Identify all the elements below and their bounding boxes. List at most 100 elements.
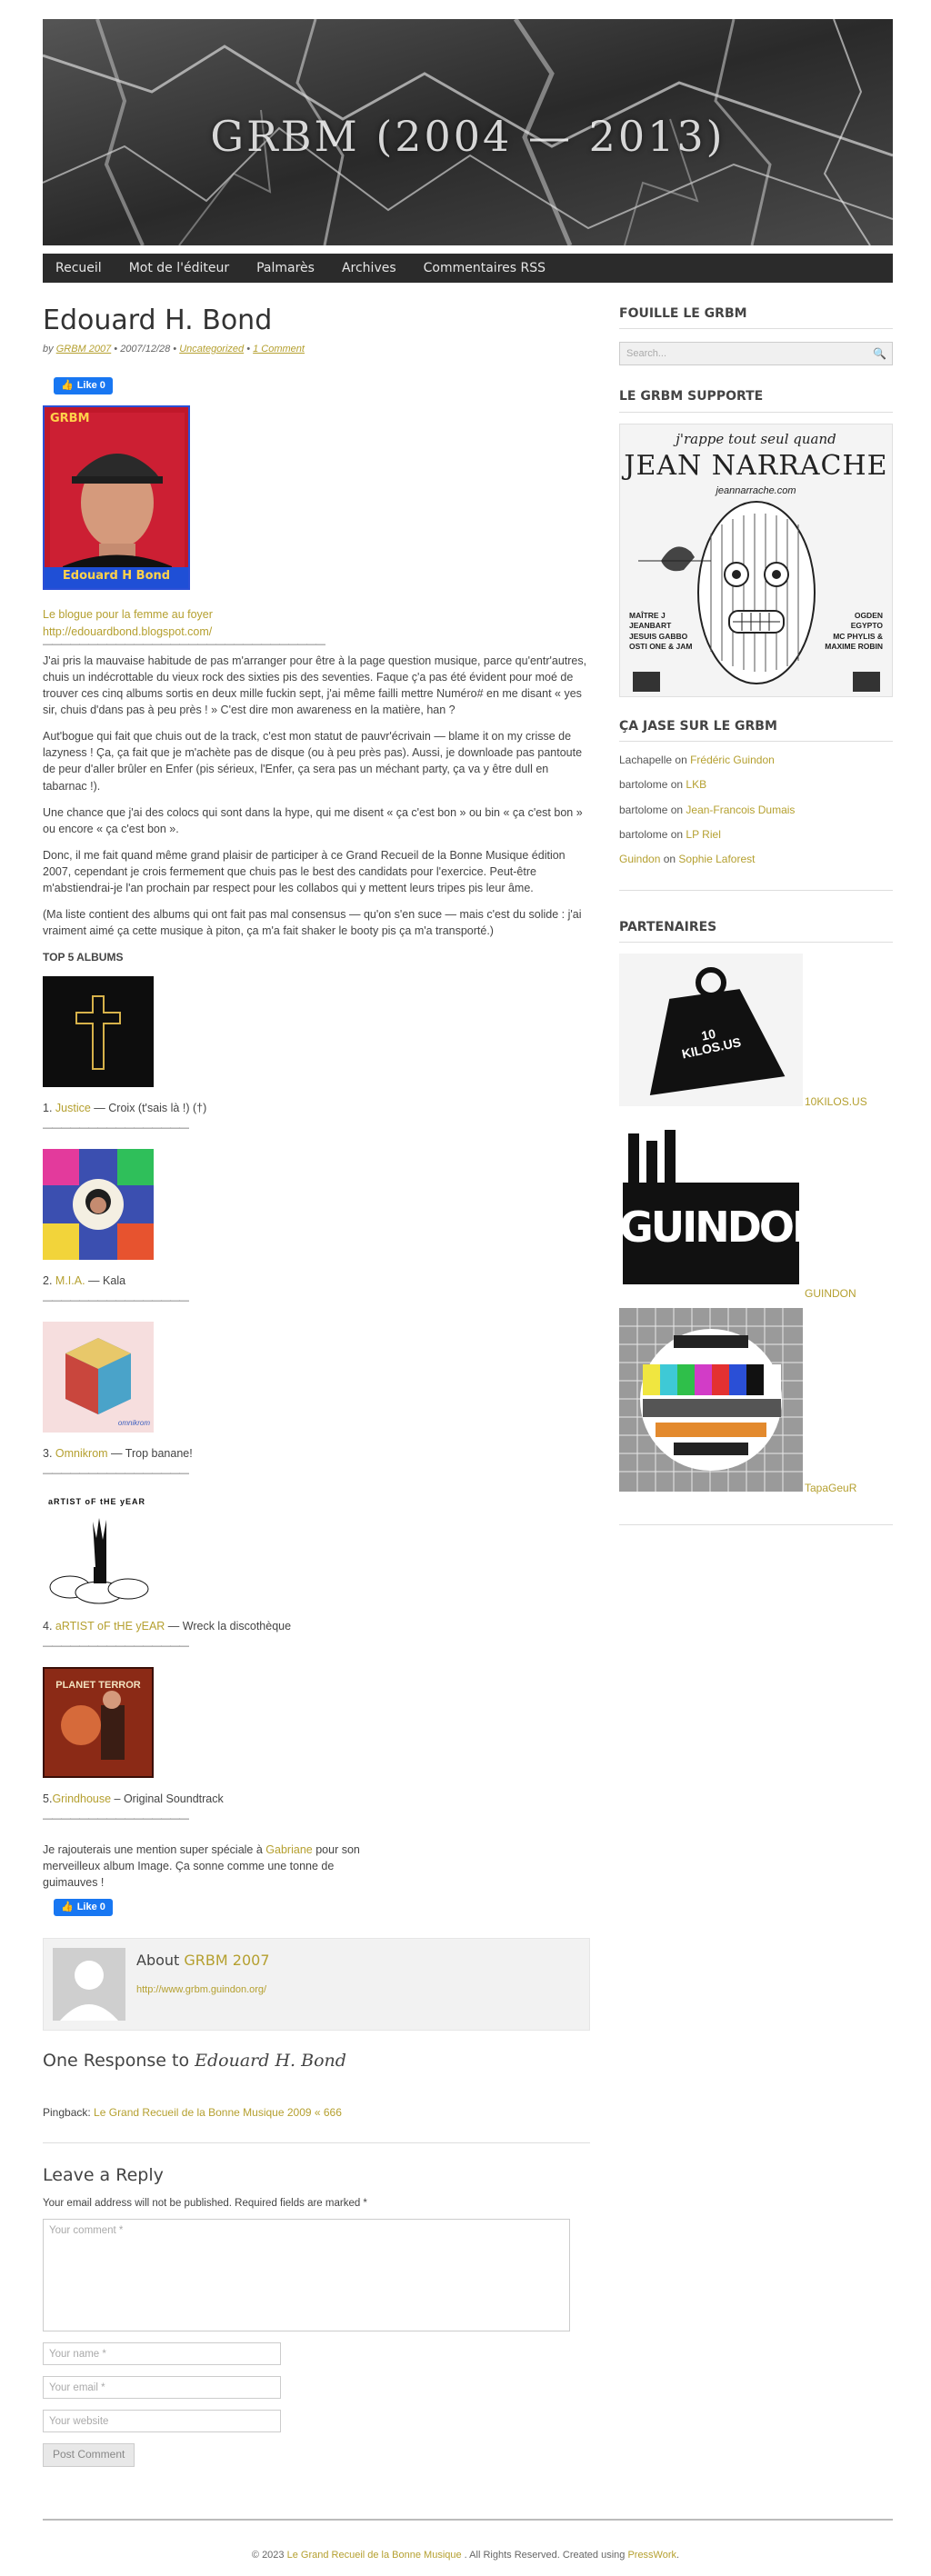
album-num: 1.: [43, 1101, 53, 1114]
nav-item-rss[interactable]: Commentaires RSS: [424, 259, 546, 277]
comments-widget-title: ÇA JASE SUR LE GRBM: [619, 717, 893, 742]
pingback: Pingback: Le Grand Recueil de la Bonne M…: [43, 2105, 590, 2121]
footer-theme-link[interactable]: PressWork: [627, 2550, 676, 2561]
album-cover-mia[interactable]: [43, 1148, 154, 1260]
blog-name-link[interactable]: Le blogue pour la femme au foyer: [43, 606, 590, 623]
nav-item-palmares[interactable]: Palmarès: [256, 259, 315, 277]
fb-like-label: Like 0: [76, 379, 105, 391]
comment-post-link[interactable]: Sophie Laforest: [678, 853, 755, 865]
partner-link[interactable]: TapaGeuR: [805, 1481, 856, 1496]
comment-author: bartolome: [619, 828, 668, 842]
ad-artist: OGDEN: [854, 610, 883, 620]
album-cover-text: PLANET TERROR: [55, 1680, 141, 1692]
partner-logo-text: GUINDON: [619, 1203, 803, 1253]
fb-like-button[interactable]: 👍 Like 0: [54, 377, 113, 395]
main-content: Edouard H. Bond by GRBM 2007 • 2007/12/2…: [43, 305, 590, 2467]
jean-narrache-ad[interactable]: j'rappe tout seul quand JEAN NARRACHE je…: [619, 423, 893, 697]
partners-widget-title: PARTENAIRES: [619, 918, 893, 944]
comment-post-link[interactable]: LKB: [686, 778, 706, 791]
comment-post-link[interactable]: LP Riel: [686, 828, 720, 841]
author-about-label: About: [136, 1952, 180, 1970]
album-entry: omnikrom 3. Omnikrom — Trop banane! ————…: [43, 1322, 590, 1482]
top5-heading: TOP 5 ALBUMS: [43, 950, 124, 964]
comment-on: on: [660, 853, 679, 866]
closing-paragraph: Je rajouterais une mention super spécial…: [43, 1842, 388, 1891]
pingback-label: Pingback:: [43, 2105, 95, 2119]
album-artist-link[interactable]: Grindhouse: [52, 1792, 111, 1805]
album-title: — Croix (t'sais là !) (†): [90, 1101, 207, 1114]
pingback-link[interactable]: Le Grand Recueil de la Bonne Musique 200…: [94, 2106, 342, 2119]
meta-category-link[interactable]: Uncategorized: [179, 344, 244, 354]
site-header-banner[interactable]: GRBM (2004 — 2013): [43, 19, 893, 245]
partner-logo-10kilos[interactable]: 10 KILOS.US: [619, 954, 803, 1107]
footer-text: .: [676, 2550, 680, 2561]
website-field[interactable]: Your website: [43, 2410, 281, 2433]
ad-artist: MC PHYLIS &: [833, 631, 883, 641]
search-placeholder: Search...: [626, 348, 667, 360]
short-separator: ————————————————: [43, 1641, 189, 1652]
partner-logo-guindon[interactable]: GUINDON: [619, 1128, 803, 1291]
meta-comments-link[interactable]: 1 Comment: [253, 344, 305, 354]
comment-textarea[interactable]: Your comment *: [43, 2219, 570, 2332]
blog-url-link[interactable]: http://edouardbond.blogspot.com/: [43, 624, 590, 640]
album-artist-link[interactable]: M.I.A.: [55, 1274, 85, 1287]
album-entry: 2. M.I.A. — Kala ————————————————: [43, 1148, 590, 1309]
paragraph: Aut'bogue qui fait que chuis out de la t…: [43, 730, 583, 793]
email-field[interactable]: Your email *: [43, 2376, 281, 2400]
album-num: 2.: [43, 1273, 53, 1287]
gabriane-link[interactable]: Gabriane: [265, 1843, 312, 1856]
meta-author-link[interactable]: GRBM 2007: [56, 344, 112, 354]
comment-post-link[interactable]: Jean-Francois Dumais: [686, 804, 795, 816]
author-name-link[interactable]: GRBM 2007: [184, 1952, 269, 1969]
album-cover-grindhouse[interactable]: PLANET TERROR: [43, 1667, 154, 1779]
footer-text: © 2023: [251, 2550, 287, 2561]
album-num: 5.: [43, 1792, 53, 1806]
album-cover-omnikrom[interactable]: omnikrom: [43, 1322, 154, 1433]
author-box: About GRBM 2007 http://www.grbm.guindon.…: [43, 1938, 590, 2032]
site-title[interactable]: GRBM (2004 — 2013): [43, 106, 893, 167]
name-field[interactable]: Your name *: [43, 2342, 281, 2366]
album-cover-artist-of-the-year[interactable]: aRTIST oF tHE yEAR: [43, 1494, 154, 1606]
main-nav: Recueil Mot de l'éditeur Palmarès Archiv…: [43, 254, 893, 283]
album-artist-link[interactable]: aRTIST oF tHE yEAR: [55, 1620, 165, 1632]
partner-link[interactable]: 10KILOS.US: [805, 1094, 867, 1110]
album-artist-link[interactable]: Justice: [55, 1102, 91, 1114]
post-body: J'ai pris la mauvaise habitude de pas m'…: [43, 653, 588, 965]
photo-caption: Edouard H Bond: [62, 568, 171, 583]
comment-post-link[interactable]: Frédéric Guindon: [690, 754, 775, 766]
author-url-link[interactable]: http://www.grbm.guindon.org/: [136, 1983, 270, 1998]
support-widget-title: LE GRBM SUPPORTE: [619, 387, 893, 413]
ad-left-lineup: MAÎTRE J JEANBART JESUIS GABBO OSTI ONE …: [629, 611, 692, 653]
comment-author: bartolome: [619, 803, 668, 816]
recent-comment-item: Guindon on Sophie Laforest: [619, 852, 893, 867]
partner-logo-test-card[interactable]: [619, 1308, 803, 1493]
photo-top-label: GRBM: [50, 412, 90, 426]
closing-text: Je rajouterais une mention super spécial…: [43, 1843, 266, 1857]
post-title[interactable]: Edouard H. Bond: [43, 305, 590, 337]
footer-site-link[interactable]: Le Grand Recueil de la Bonne Musique: [287, 2550, 462, 2561]
album-cover-text: omnikrom: [117, 1419, 150, 1428]
divider: [619, 1524, 893, 1526]
search-input[interactable]: Search... 🔍: [619, 342, 893, 366]
nav-item-archives[interactable]: Archives: [342, 259, 396, 277]
album-artist-link[interactable]: Omnikrom: [55, 1447, 108, 1460]
comment-author-link[interactable]: Guindon: [619, 853, 660, 865]
post-comment-button[interactable]: Post Comment: [43, 2443, 135, 2467]
fb-like-button[interactable]: 👍 Like 0: [54, 1899, 113, 1917]
partner-link[interactable]: GUINDON: [805, 1286, 856, 1302]
ad-artist: JEANBART: [629, 621, 672, 631]
short-separator: ————————————————: [43, 1123, 189, 1134]
short-separator: ————————————————: [43, 1468, 189, 1480]
fb-like-label: Like 0: [76, 1901, 105, 1912]
ad-artist: JESUIS GABBO: [629, 631, 688, 641]
thumbs-up-icon: 👍: [61, 379, 74, 391]
album-cover-justice[interactable]: [43, 975, 154, 1087]
meta-date: 2007/12/28: [120, 344, 171, 354]
footer-rule: [43, 2519, 893, 2521]
paragraph: Une chance que j'ai des colocs qui sont …: [43, 805, 583, 835]
nav-item-mot-editeur[interactable]: Mot de l'éditeur: [129, 259, 229, 277]
ad-artist: MAXIME ROBIN: [825, 642, 883, 651]
album-entry: 1. Justice — Croix (t'sais là !) (†) ———…: [43, 975, 590, 1136]
search-icon[interactable]: 🔍: [873, 346, 886, 362]
nav-item-recueil[interactable]: Recueil: [55, 259, 102, 277]
